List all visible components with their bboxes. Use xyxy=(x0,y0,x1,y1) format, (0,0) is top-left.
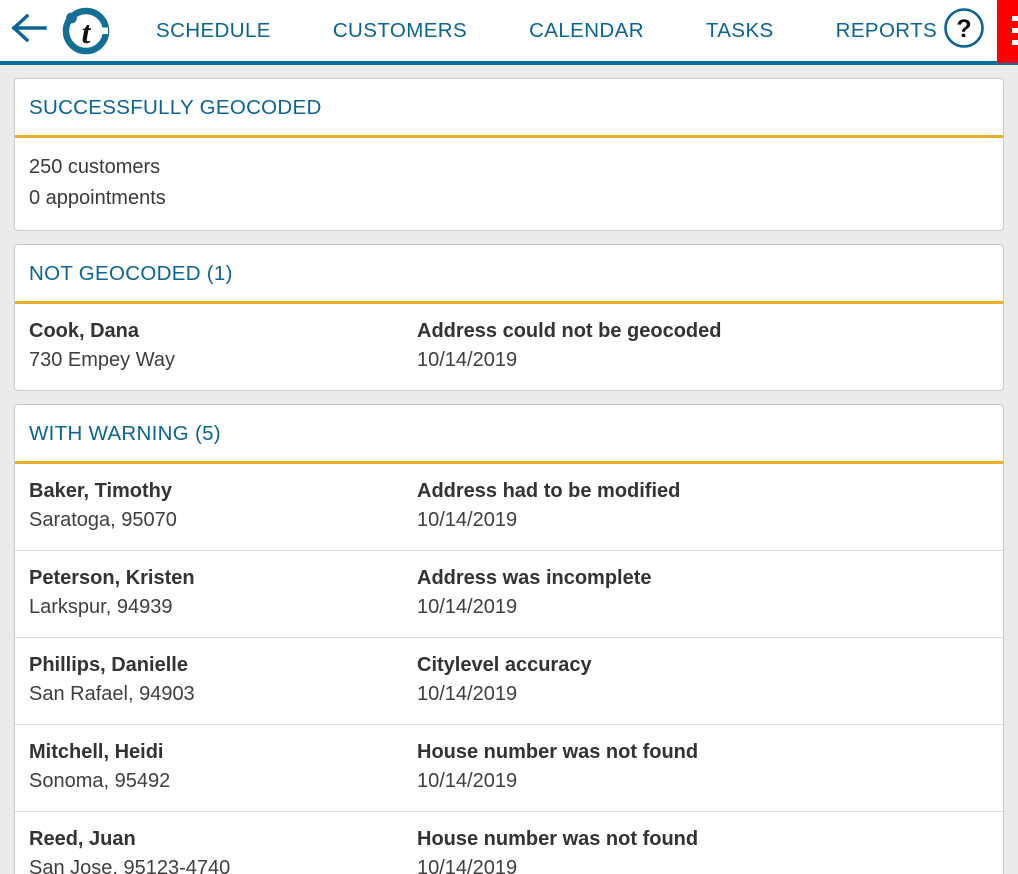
row-customer: Peterson, Kristen Larkspur, 94939 xyxy=(29,564,417,622)
hamburger-bar xyxy=(1012,16,1018,21)
card-title: WITH WARNING (5) xyxy=(29,422,221,445)
row-reason: House number was not found 10/14/2019 xyxy=(417,825,989,874)
row-reason: Address could not be geocoded 10/14/2019 xyxy=(417,317,989,375)
row-customer: Reed, Juan San Jose, 95123-4740 xyxy=(29,825,417,874)
geocode-date: 10/14/2019 xyxy=(417,509,518,531)
geocode-reason: House number was not found xyxy=(417,741,699,763)
row-customer: Phillips, Danielle San Rafael, 94903 xyxy=(29,651,417,709)
card-body: 250 customers 0 appointments xyxy=(15,138,1003,230)
customer-address: Saratoga, 95070 xyxy=(29,509,177,531)
brand-t-logo-icon[interactable]: t xyxy=(58,0,114,63)
card-not-geocoded: NOT GEOCODED (1) Cook, Dana 730 Empey Wa… xyxy=(14,244,1004,391)
card-title: SUCCESSFULLY GEOCODED xyxy=(29,96,322,119)
row-customer: Baker, Timothy Saratoga, 95070 xyxy=(29,477,417,535)
geocode-date: 10/14/2019 xyxy=(417,857,518,874)
row-reason: House number was not found 10/14/2019 xyxy=(417,738,989,796)
nav-item-schedule[interactable]: SCHEDULE xyxy=(156,19,271,43)
customer-address: Sonoma, 95492 xyxy=(29,770,171,792)
customer-name: Mitchell, Heidi xyxy=(29,741,164,763)
back-button[interactable] xyxy=(0,0,58,63)
row-customer: Mitchell, Heidi Sonoma, 95492 xyxy=(29,738,417,796)
app-header: t SCHEDULE CUSTOMERS CALENDAR TASKS REPO… xyxy=(0,0,1018,65)
nav-item-calendar[interactable]: CALENDAR xyxy=(529,19,644,43)
card-header: NOT GEOCODED (1) xyxy=(15,245,1003,304)
geocode-reason: Address had to be modified xyxy=(417,480,681,502)
question-mark-icon: ? xyxy=(942,6,986,55)
customer-name: Reed, Juan xyxy=(29,828,136,850)
table-row[interactable]: Reed, Juan San Jose, 95123-4740 House nu… xyxy=(15,811,1003,874)
card-with-warning: WITH WARNING (5) Baker, Timothy Saratoga… xyxy=(14,404,1004,874)
card-header: WITH WARNING (5) xyxy=(15,405,1003,464)
svg-text:?: ? xyxy=(957,15,972,43)
table-row[interactable]: Cook, Dana 730 Empey Way Address could n… xyxy=(15,304,1003,390)
row-reason: Citylevel accuracy 10/14/2019 xyxy=(417,651,989,709)
page-content: SUCCESSFULLY GEOCODED 250 customers 0 ap… xyxy=(0,65,1018,874)
hamburger-menu-icon[interactable] xyxy=(997,0,1018,63)
hamburger-bar xyxy=(1012,28,1018,33)
geocode-date: 10/14/2019 xyxy=(417,596,518,618)
svg-text:t: t xyxy=(82,14,92,50)
card-header: SUCCESSFULLY GEOCODED xyxy=(15,79,1003,138)
card-title: NOT GEOCODED (1) xyxy=(29,262,233,285)
hamburger-bar xyxy=(1012,40,1018,45)
table-row[interactable]: Phillips, Danielle San Rafael, 94903 Cit… xyxy=(15,637,1003,724)
help-button[interactable]: ? xyxy=(937,0,991,63)
table-row[interactable]: Mitchell, Heidi Sonoma, 95492 House numb… xyxy=(15,724,1003,811)
customer-address: Larkspur, 94939 xyxy=(29,596,173,618)
row-reason: Address was incomplete 10/14/2019 xyxy=(417,564,989,622)
customer-name: Cook, Dana xyxy=(29,320,140,342)
customer-address: San Jose, 95123-4740 xyxy=(29,857,231,874)
nav-item-reports[interactable]: REPORTS xyxy=(836,19,938,43)
summary-customers-count: 250 customers xyxy=(29,156,161,178)
geocode-reason: Address was incomplete xyxy=(417,567,652,589)
card-successfully-geocoded: SUCCESSFULLY GEOCODED 250 customers 0 ap… xyxy=(14,78,1004,231)
geocode-reason: Citylevel accuracy xyxy=(417,654,592,676)
row-reason: Address had to be modified 10/14/2019 xyxy=(417,477,989,535)
geocode-date: 10/14/2019 xyxy=(417,683,518,705)
row-customer: Cook, Dana 730 Empey Way xyxy=(29,317,417,375)
nav-item-customers[interactable]: CUSTOMERS xyxy=(333,19,467,43)
main-navigation: SCHEDULE CUSTOMERS CALENDAR TASKS REPORT… xyxy=(156,19,937,43)
table-row[interactable]: Peterson, Kristen Larkspur, 94939 Addres… xyxy=(15,550,1003,637)
nav-item-tasks[interactable]: TASKS xyxy=(706,19,774,43)
geocode-reason: House number was not found xyxy=(417,828,699,850)
customer-name: Peterson, Kristen xyxy=(29,567,195,589)
customer-address: 730 Empey Way xyxy=(29,349,175,371)
summary-appointments-count: 0 appointments xyxy=(29,187,166,209)
customer-name: Baker, Timothy xyxy=(29,480,173,502)
arrow-left-icon xyxy=(11,13,47,48)
geocode-reason: Address could not be geocoded xyxy=(417,320,722,342)
geocode-date: 10/14/2019 xyxy=(417,349,518,371)
customer-address: San Rafael, 94903 xyxy=(29,683,195,705)
geocode-date: 10/14/2019 xyxy=(417,770,518,792)
table-row[interactable]: Baker, Timothy Saratoga, 95070 Address h… xyxy=(15,464,1003,550)
customer-name: Phillips, Danielle xyxy=(29,654,188,676)
